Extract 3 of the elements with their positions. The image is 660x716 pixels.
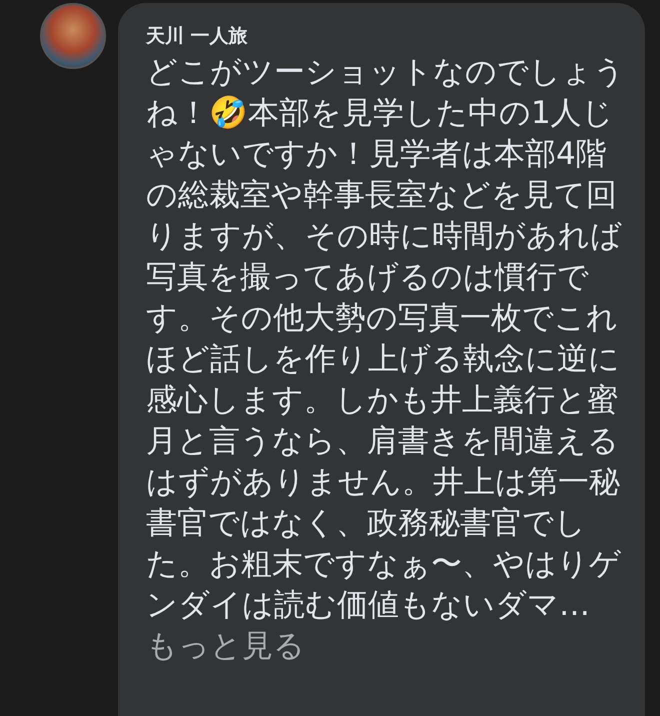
comment-text: どこがツーショットなのでしょうね！🤣本部を見学した中の1人じゃないですか！見学者は本部4階の総裁室や幹事長室などを見て回りますが、その時に時間があれば写真を撮ってあげるのは慣行です。その他大勢の写真一枚でこれほど話しを作り上げる執念に逆に感心します。しかも井上義行と蜜月と言うなら、肩書きを間違えるはずがありません。井上は第一秘書官ではなく、政務秘書官でした。お粗末ですなぁ〜、やはりゲンダイは読む価値もないダマ… もっと見る: [146, 53, 626, 666]
comment-author[interactable]: 天川 一人旅: [146, 23, 625, 49]
see-more-link[interactable]: もっと見る: [146, 628, 305, 664]
